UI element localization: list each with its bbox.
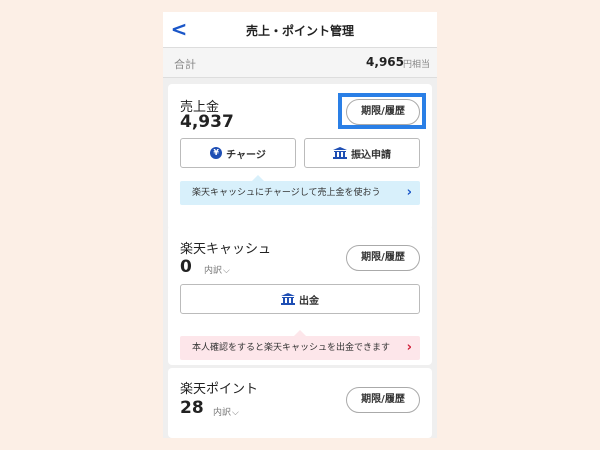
withdraw-button[interactable]: 出金 <box>180 284 420 314</box>
highlight-box <box>338 93 426 129</box>
cash-history-button[interactable]: 期限/履歴 <box>346 245 420 271</box>
identity-verify-text: 本人確認をすると楽天キャッシュを出金できます <box>192 343 391 353</box>
points-breakdown-label: 内訳 <box>213 408 232 418</box>
phone-screen: < 売上・ポイント管理 合計 4,965 円相当 売上金 4,937 期限/履歴… <box>163 12 437 438</box>
yen-coin-icon: ¥ <box>210 147 223 159</box>
points-history-button[interactable]: 期限/履歴 <box>346 387 420 413</box>
points-card: 楽天ポイント 28 内訳⌵ 期限/履歴 <box>168 368 432 438</box>
cash-amount: 0 <box>180 257 192 277</box>
chevron-down-icon: ⌵ <box>223 266 230 276</box>
cash-title: 楽天キャッシュ <box>180 242 272 257</box>
total-label: 合計 <box>174 58 196 71</box>
transfer-button[interactable]: 振込申請 <box>304 138 420 168</box>
app-header: < 売上・ポイント管理 <box>163 12 437 48</box>
points-amount: 28 <box>180 398 204 418</box>
total-value: 4,965 <box>366 55 404 69</box>
total-unit: 円相当 <box>402 60 430 70</box>
chevron-right-icon: › <box>406 340 412 355</box>
page-title: 売上・ポイント管理 <box>245 24 354 38</box>
charge-promo-text: 楽天キャッシュにチャージして売上金を使おう <box>192 188 381 198</box>
bank-icon <box>281 293 295 305</box>
bank-icon <box>333 147 347 159</box>
points-title: 楽天ポイント <box>180 382 259 397</box>
charge-button-label: チャージ <box>226 149 266 161</box>
cash-breakdown-label: 内訳 <box>204 266 223 276</box>
sales-amount: 4,937 <box>180 112 234 132</box>
charge-promo-banner[interactable]: 楽天キャッシュにチャージして売上金を使おう › <box>180 181 420 205</box>
withdraw-button-label: 出金 <box>299 295 319 307</box>
chevron-right-icon: › <box>406 185 412 200</box>
cash-breakdown-toggle[interactable]: 内訳⌵ <box>204 263 230 276</box>
charge-button[interactable]: ¥ チャージ <box>180 138 296 168</box>
transfer-button-label: 振込申請 <box>351 149 391 161</box>
identity-verify-banner[interactable]: 本人確認をすると楽天キャッシュを出金できます › <box>180 336 420 360</box>
sales-card: 売上金 4,937 期限/履歴 ¥ チャージ 振込申請 楽天キャッシュにチャージ… <box>168 84 432 230</box>
cash-card: 楽天キャッシュ 0 内訳⌵ 期限/履歴 出金 本人確認をすると楽天キャッシュを出… <box>168 225 432 365</box>
chevron-down-icon: ⌵ <box>232 408 239 418</box>
points-breakdown-toggle[interactable]: 内訳⌵ <box>213 405 239 418</box>
total-row: 合計 4,965 円相当 <box>163 48 437 78</box>
